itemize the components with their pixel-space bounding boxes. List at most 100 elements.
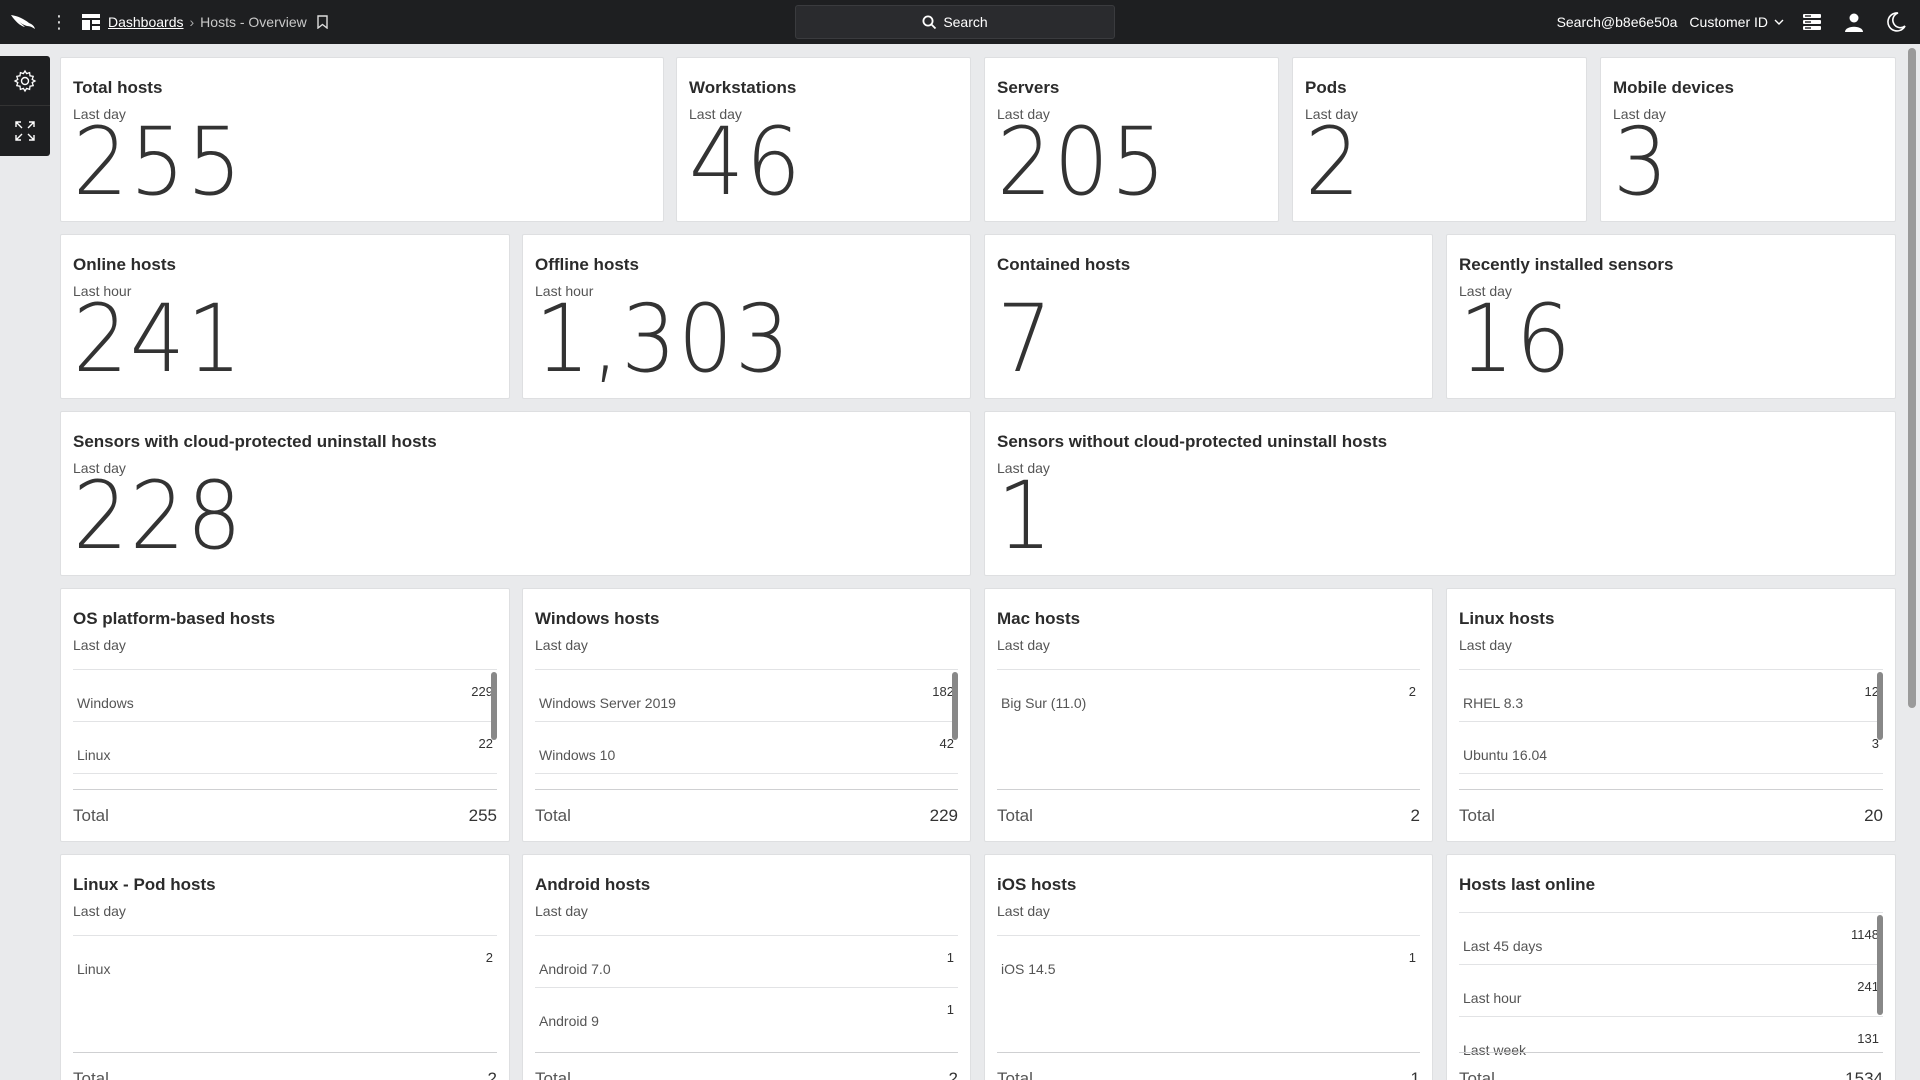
list-item[interactable]: Windows Server 2019 182 bbox=[535, 669, 958, 721]
list-scrollbar[interactable] bbox=[1877, 915, 1883, 1015]
list-item-value: 241 bbox=[1857, 979, 1879, 994]
card-subtitle: Last day bbox=[535, 903, 588, 919]
card-title: Android hosts bbox=[535, 875, 651, 894]
fullscreen-button[interactable] bbox=[0, 106, 50, 156]
list-scrollbar[interactable] bbox=[491, 672, 497, 740]
card-ios-hosts[interactable]: iOS hosts Last day iOS 14.5 1 Total 1 bbox=[984, 854, 1433, 1080]
metric-value: 16 bbox=[1459, 285, 1573, 394]
card-title: Offline hosts bbox=[535, 255, 639, 274]
notifications-stack-icon[interactable] bbox=[1802, 13, 1822, 31]
list-item[interactable]: Last 45 days 1148 bbox=[1459, 912, 1883, 964]
card-online-hosts[interactable]: Online hosts Last hour 241 bbox=[60, 234, 510, 399]
expand-icon bbox=[15, 121, 35, 141]
more-vertical-icon[interactable]: ⋮ bbox=[50, 13, 68, 31]
list-item[interactable]: Linux 22 bbox=[73, 721, 497, 773]
dashboard-icon[interactable] bbox=[82, 14, 100, 30]
list-item-label: iOS 14.5 bbox=[1001, 961, 1056, 977]
user-profile-icon[interactable] bbox=[1844, 12, 1864, 32]
list-item-value: 1 bbox=[1408, 950, 1416, 965]
total-value: 2 bbox=[948, 1069, 958, 1080]
bookmark-icon[interactable] bbox=[317, 15, 328, 29]
dashboard-side-tools bbox=[0, 56, 50, 156]
card-contained-hosts[interactable]: Contained hosts 7 bbox=[984, 234, 1433, 399]
card-mobile-devices[interactable]: Mobile devices Last day 3 bbox=[1600, 57, 1896, 222]
list-item-label: Big Sur (11.0) bbox=[1001, 695, 1087, 711]
card-recently-installed-sensors[interactable]: Recently installed sensors Last day 16 bbox=[1446, 234, 1896, 399]
list-item[interactable]: Linux 2 bbox=[73, 935, 497, 987]
metric-value: 1 bbox=[997, 462, 1054, 571]
list-item-label: Windows Server 2019 bbox=[539, 695, 676, 711]
card-title: Online hosts bbox=[73, 255, 176, 274]
list-item[interactable]: Big Sur (11.0) 2 bbox=[997, 669, 1420, 721]
total-row: Total 1534 bbox=[1459, 1052, 1883, 1080]
card-mac-hosts[interactable]: Mac hosts Last day Big Sur (11.0) 2 Total… bbox=[984, 588, 1433, 842]
dark-mode-moon-icon[interactable] bbox=[1886, 12, 1906, 32]
metric-value: 255 bbox=[73, 108, 244, 217]
card-title: Servers bbox=[997, 78, 1060, 97]
card-linux-pod-hosts[interactable]: Linux - Pod hosts Last day Linux 2 Total … bbox=[60, 854, 510, 1080]
card-total-hosts[interactable]: Total hosts Last day 255 bbox=[60, 57, 664, 222]
settings-button[interactable] bbox=[0, 56, 50, 106]
list-item-label: RHEL 8.3 bbox=[1463, 695, 1524, 711]
customer-id-dropdown[interactable]: Customer ID bbox=[1689, 14, 1784, 30]
list-item-value: 1 bbox=[946, 950, 954, 965]
card-servers[interactable]: Servers Last day 205 bbox=[984, 57, 1279, 222]
search-label: Search bbox=[943, 14, 988, 30]
list-item-value: 1148 bbox=[1851, 927, 1879, 942]
card-linux-hosts[interactable]: Linux hosts Last day RHEL 8.3 12 Ubuntu 1… bbox=[1446, 588, 1896, 842]
list-item[interactable]: Ubuntu 16.04 3 bbox=[1459, 721, 1883, 773]
breakdown-list: iOS 14.5 1 bbox=[997, 935, 1420, 987]
card-android-hosts[interactable]: Android hosts Last day Android 7.0 1 Andr… bbox=[522, 854, 971, 1080]
falcon-logo-icon[interactable] bbox=[10, 13, 36, 31]
card-subtitle: Last day bbox=[997, 903, 1050, 919]
breakdown-list: RHEL 8.3 12 Ubuntu 16.04 3 bbox=[1459, 669, 1883, 774]
list-item-label: Linux bbox=[77, 961, 111, 977]
breakdown-list: Big Sur (11.0) 2 bbox=[997, 669, 1420, 721]
list-item[interactable]: Windows 229 bbox=[73, 669, 497, 721]
breakdown-list: Windows 229 Linux 22 bbox=[73, 669, 497, 774]
card-os-platform-hosts[interactable]: OS platform-based hosts Last day Windows… bbox=[60, 588, 510, 842]
list-item-value: 131 bbox=[1857, 1031, 1879, 1046]
total-row: Total 2 bbox=[997, 789, 1420, 829]
list-item[interactable]: RHEL 8.3 12 bbox=[1459, 669, 1883, 721]
page-scrollbar[interactable] bbox=[1908, 48, 1916, 708]
card-title: Total hosts bbox=[73, 78, 163, 97]
card-sensors-without-cloud-uninstall[interactable]: Sensors without cloud-protected uninstal… bbox=[984, 411, 1896, 576]
total-row: Total 229 bbox=[535, 789, 958, 829]
list-item[interactable]: Windows 10 42 bbox=[535, 721, 958, 773]
global-search-button[interactable]: Search bbox=[795, 5, 1115, 39]
card-offline-hosts[interactable]: Offline hosts Last hour 1,303 bbox=[522, 234, 971, 399]
card-windows-hosts[interactable]: Windows hosts Last day Windows Server 20… bbox=[522, 588, 971, 842]
list-item-label: Android 7.0 bbox=[539, 961, 611, 977]
gear-icon bbox=[13, 69, 37, 92]
card-pods[interactable]: Pods Last day 2 bbox=[1292, 57, 1587, 222]
card-subtitle: Last day bbox=[535, 637, 588, 653]
card-hosts-last-online[interactable]: Hosts last online Last 45 days 1148 Last … bbox=[1446, 854, 1896, 1080]
list-item[interactable]: iOS 14.5 1 bbox=[997, 935, 1420, 987]
breadcrumb-dashboards-link[interactable]: Dashboards bbox=[108, 14, 184, 30]
list-item[interactable]: Android 9 1 bbox=[535, 987, 958, 1039]
metric-value: 2 bbox=[1305, 108, 1362, 217]
card-subtitle: Last day bbox=[73, 637, 126, 653]
list-item-label: Ubuntu 16.04 bbox=[1463, 747, 1548, 763]
metric-value: 228 bbox=[73, 462, 244, 571]
total-value: 1534 bbox=[1845, 1069, 1883, 1080]
list-item-label: Last hour bbox=[1463, 990, 1522, 1006]
list-item[interactable]: Last hour 241 bbox=[1459, 964, 1883, 1016]
card-title: Mobile devices bbox=[1613, 78, 1734, 97]
list-scrollbar[interactable] bbox=[952, 672, 958, 740]
user-account-label[interactable]: Search@b8e6e50a bbox=[1557, 14, 1678, 30]
list-item[interactable]: Android 7.0 1 bbox=[535, 935, 958, 987]
list-item-value: 2 bbox=[1408, 684, 1416, 699]
list-scrollbar[interactable] bbox=[1877, 672, 1883, 740]
list-item-label: Windows 10 bbox=[539, 747, 616, 763]
search-icon bbox=[922, 15, 937, 29]
total-label: Total bbox=[535, 1069, 571, 1080]
total-row: Total 2 bbox=[535, 1052, 958, 1080]
total-value: 20 bbox=[1864, 806, 1883, 825]
chevron-right-icon: › bbox=[189, 14, 195, 30]
metric-value: 3 bbox=[1613, 108, 1670, 217]
card-workstations[interactable]: Workstations Last day 46 bbox=[676, 57, 971, 222]
card-sensors-with-cloud-uninstall[interactable]: Sensors with cloud-protected uninstall h… bbox=[60, 411, 971, 576]
card-title: iOS hosts bbox=[997, 875, 1077, 894]
